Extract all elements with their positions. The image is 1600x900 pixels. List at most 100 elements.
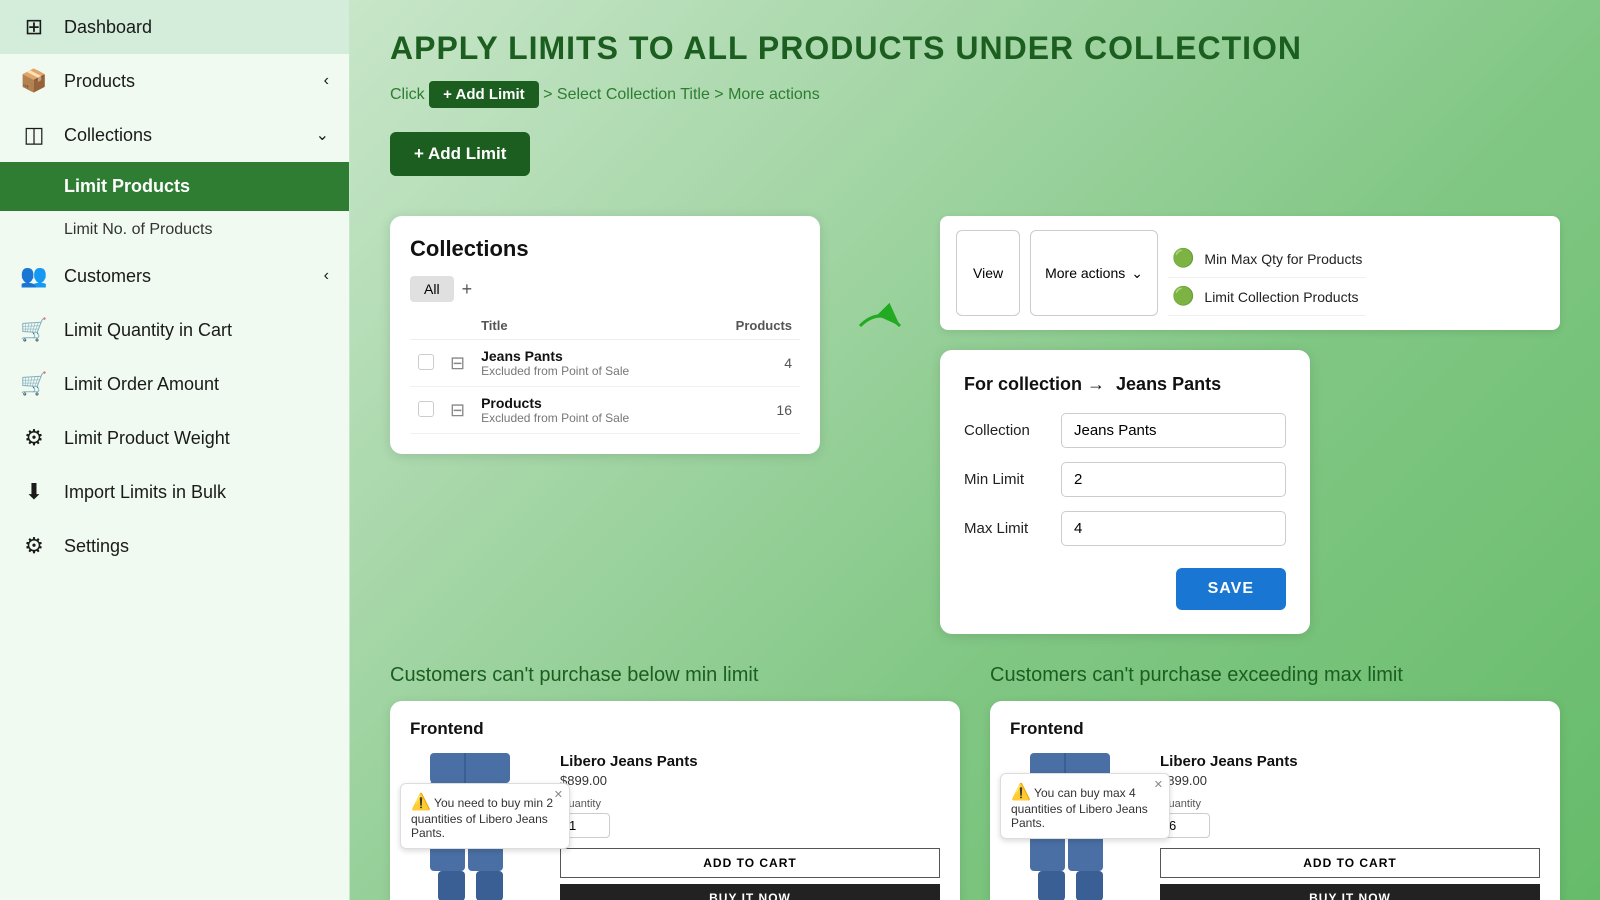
warning-badge-min: ✕ ⚠️ You need to buy min 2 quantities of…	[400, 783, 570, 849]
limit-collection-icon: 🟢	[1172, 286, 1194, 307]
form-row-collection: Collection	[964, 413, 1286, 448]
sidebar-label-import-limits: Import Limits in Bulk	[64, 482, 226, 503]
menu-item-min-max-label: Min Max Qty for Products	[1204, 251, 1362, 267]
chevron-products-icon: ‹	[324, 72, 329, 90]
sidebar-label-products: Products	[64, 71, 135, 92]
subtitle-pre: Click	[390, 86, 425, 103]
jeans-image-max: ✕ ⚠️ You can buy max 4 quantities of Lib…	[1010, 753, 1140, 900]
form-label-min: Min Limit	[964, 471, 1061, 488]
sidebar-item-dashboard[interactable]: ⊞ Dashboard	[0, 0, 349, 54]
table-row[interactable]: ⊟ Products Excluded from Point of Sale 1…	[410, 387, 800, 434]
product-price-min: $899.00	[560, 773, 940, 788]
warning-text-max: You can buy max 4 quantities of Libero J…	[1011, 786, 1148, 830]
table-row[interactable]: ⊟ Jeans Pants Excluded from Point of Sal…	[410, 340, 800, 387]
sidebar-label-limit-products: Limit Products	[64, 176, 190, 197]
sidebar-item-limit-weight[interactable]: ⚙ Limit Product Weight	[0, 411, 349, 465]
customers-icon: 👥	[20, 263, 48, 289]
max-limit-caption: Customers can't purchase exceeding max l…	[990, 664, 1560, 687]
warning-badge-max: ✕ ⚠️ You can buy max 4 quantities of Lib…	[1000, 773, 1170, 839]
limit-quantity-icon: 🛒	[20, 317, 48, 343]
sidebar-item-limit-products[interactable]: Limit Products	[0, 162, 349, 211]
add-to-cart-button-min[interactable]: ADD TO CART	[560, 848, 940, 878]
menu-item-min-max[interactable]: 🟢 Min Max Qty for Products	[1168, 240, 1366, 278]
bottom-section: Customers can't purchase below min limit…	[390, 664, 1560, 900]
bottom-right: Customers can't purchase exceeding max l…	[990, 664, 1560, 900]
sidebar-label-limit-order: Limit Order Amount	[64, 374, 219, 395]
buy-now-button-max[interactable]: BUY IT NOW	[1160, 884, 1540, 900]
form-input-collection[interactable]	[1061, 413, 1286, 448]
buy-now-button-min[interactable]: BUY IT NOW	[560, 884, 940, 900]
add-limit-inline-btn[interactable]: + Add Limit	[429, 81, 539, 108]
row-icon-jeans: ⊟	[450, 353, 465, 373]
collections-table: Title Products ⊟ Jeans Pants Excluded fr…	[410, 312, 800, 434]
sidebar-label-dashboard: Dashboard	[64, 17, 152, 38]
chevron-collections-icon: ⌄	[316, 125, 329, 145]
form-title-pre: For collection →	[964, 374, 1105, 394]
checkbox-products[interactable]	[418, 401, 434, 417]
checkbox-jeans[interactable]	[418, 354, 434, 370]
sidebar-item-customers[interactable]: 👥 Customers ‹	[0, 249, 349, 303]
qty-label-min: Quantity	[560, 798, 940, 810]
sidebar-item-import-limits[interactable]: ⬇ Import Limits in Bulk	[0, 465, 349, 519]
qty-label-max: Quantity	[1160, 798, 1540, 810]
collections-toolbar: All +	[410, 276, 800, 302]
sidebar-label-collections: Collections	[64, 125, 152, 146]
sidebar: ⊞ Dashboard 📦 Products ‹ ◫ Collections ⌄…	[0, 0, 350, 900]
more-actions-button[interactable]: More actions ⌄	[1030, 230, 1158, 316]
product-info-min: Libero Jeans Pants $899.00 Quantity ADD …	[560, 753, 940, 900]
sidebar-item-limit-order[interactable]: 🛒 Limit Order Amount	[0, 357, 349, 411]
tab-add-button[interactable]: +	[462, 279, 473, 300]
tab-all-button[interactable]: All	[410, 276, 454, 302]
close-icon-max[interactable]: ✕	[1154, 778, 1163, 791]
row-sub-products: Excluded from Point of Sale	[481, 411, 692, 425]
menu-item-limit-collection[interactable]: 🟢 Limit Collection Products	[1168, 278, 1366, 316]
menu-items: 🟢 Min Max Qty for Products 🟢 Limit Colle…	[1168, 240, 1366, 316]
close-icon-min[interactable]: ✕	[554, 788, 563, 801]
import-limits-icon: ⬇	[20, 479, 48, 505]
products-icon: 📦	[20, 68, 48, 94]
row-title-products: Products	[481, 395, 692, 411]
sidebar-label-limit-no-products: Limit No. of Products	[64, 221, 213, 239]
min-max-icon: 🟢	[1172, 248, 1194, 269]
settings-icon: ⚙	[20, 533, 48, 559]
sidebar-sub-item-limit-no-products[interactable]: Limit No. of Products	[0, 211, 349, 249]
subtitle-post: > Select Collection Title > More actions	[543, 86, 820, 103]
form-title-collection: Jeans Pants	[1116, 374, 1221, 394]
form-label-max: Max Limit	[964, 520, 1061, 537]
arrow-svg	[850, 296, 910, 356]
frontend-label-min: Frontend	[410, 719, 940, 739]
sidebar-item-limit-quantity[interactable]: 🛒 Limit Quantity in Cart	[0, 303, 349, 357]
limit-weight-icon: ⚙	[20, 425, 48, 451]
product-info-max: Libero Jeans Pants $899.00 Quantity ADD …	[1160, 753, 1540, 900]
save-button[interactable]: SAVE	[1176, 568, 1286, 610]
add-limit-button[interactable]: + Add Limit	[390, 132, 530, 176]
sidebar-item-settings[interactable]: ⚙ Settings	[0, 519, 349, 573]
product-name-min: Libero Jeans Pants	[560, 753, 940, 770]
chevron-more-actions-icon: ⌄	[1131, 265, 1143, 282]
form-input-max[interactable]	[1061, 511, 1286, 546]
col-products-header: Products	[700, 312, 800, 340]
row-icon-products: ⊟	[450, 400, 465, 420]
col-title-header: Title	[473, 312, 700, 340]
add-to-cart-button-max[interactable]: ADD TO CART	[1160, 848, 1540, 878]
row-count-jeans: 4	[700, 340, 800, 387]
sidebar-label-limit-quantity: Limit Quantity in Cart	[64, 320, 232, 341]
sidebar-item-products[interactable]: 📦 Products ‹	[0, 54, 349, 108]
form-input-min[interactable]	[1061, 462, 1286, 497]
subtitle: Click + Add Limit > Select Collection Ti…	[390, 81, 1560, 108]
form-row-min: Min Limit	[964, 462, 1286, 497]
form-row-max: Max Limit	[964, 511, 1286, 546]
sidebar-label-settings: Settings	[64, 536, 129, 557]
sidebar-label-limit-weight: Limit Product Weight	[64, 428, 230, 449]
frontend-card-min: Frontend ✕	[390, 701, 960, 900]
top-row: + Add Limit	[390, 132, 1560, 206]
view-button[interactable]: View	[956, 230, 1020, 316]
product-demo-max: ✕ ⚠️ You can buy max 4 quantities of Lib…	[1010, 753, 1540, 900]
form-card: For collection → Jeans Pants Collection …	[940, 350, 1310, 634]
bottom-left: Customers can't purchase below min limit…	[390, 664, 960, 900]
sidebar-item-collections[interactable]: ◫ Collections ⌄	[0, 108, 349, 162]
main-content: APPLY LIMITS TO ALL PRODUCTS UNDER COLLE…	[350, 0, 1600, 900]
product-name-max: Libero Jeans Pants	[1160, 753, 1540, 770]
row-count-products: 16	[700, 387, 800, 434]
min-limit-caption: Customers can't purchase below min limit	[390, 664, 960, 687]
